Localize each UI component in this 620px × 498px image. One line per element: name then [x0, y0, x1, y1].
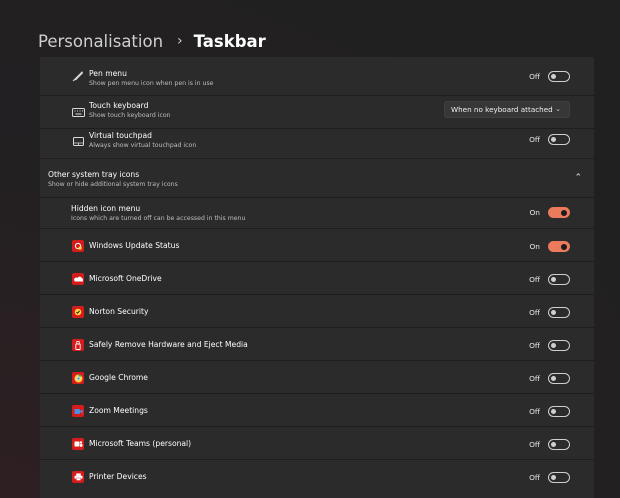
norton-icon [71, 305, 85, 319]
chevron-down-icon: ⌄ [555, 105, 561, 113]
tray-section-title: Other system tray icons [48, 170, 140, 179]
tray-item-windows-update[interactable]: Windows Update Status On [40, 229, 594, 261]
pen-menu-toggle[interactable] [548, 71, 570, 82]
tray-item-label: Printer Devices [89, 472, 147, 481]
hidden-icon-menu-toggle[interactable] [548, 207, 570, 218]
hidden-icon-menu-description: Icons which are turned off can be access… [71, 215, 246, 222]
tray-section-description: Show or hide additional system tray icon… [48, 181, 178, 188]
tray-item-teams[interactable]: Microsoft Teams (personal) Off [40, 427, 594, 459]
touch-keyboard-description: Show touch keyboard icon [89, 112, 171, 119]
chevron-up-icon[interactable]: ⌃ [574, 173, 582, 183]
breadcrumb: Personalisation › Taskbar [38, 30, 266, 52]
teams-icon [71, 437, 85, 451]
tray-item-toggle[interactable] [548, 307, 570, 318]
pen-icon [71, 69, 85, 83]
tray-item-label: Norton Security [89, 307, 149, 316]
tray-item-state: On [529, 242, 540, 251]
tray-item-toggle[interactable] [548, 373, 570, 384]
zoom-icon [71, 404, 85, 418]
page-title: Taskbar [193, 31, 266, 51]
tray-item-toggle[interactable] [548, 274, 570, 285]
tray-item-label: Microsoft OneDrive [89, 274, 162, 283]
pen-menu-description: Show pen menu icon when pen is in use [89, 80, 214, 87]
touch-keyboard-dropdown-value: When no keyboard attached [451, 105, 553, 114]
breadcrumb-parent[interactable]: Personalisation [38, 32, 163, 51]
tray-item-printer[interactable]: Printer Devices Off [40, 460, 594, 498]
virtual-touchpad-description: Always show virtual touchpad icon [89, 142, 197, 149]
tray-item-label: Google Chrome [89, 373, 148, 382]
pen-menu-row[interactable]: Pen menu Show pen menu icon when pen is … [40, 57, 594, 95]
tray-item-toggle[interactable] [548, 472, 570, 483]
virtual-touchpad-label: Virtual touchpad [89, 131, 152, 140]
tray-item-zoom[interactable]: Zoom Meetings Off [40, 394, 594, 426]
tray-item-toggle[interactable] [548, 241, 570, 252]
hidden-icon-menu-label: Hidden icon menu [71, 204, 141, 213]
tray-item-label: Windows Update Status [89, 241, 180, 250]
keyboard-icon [71, 105, 85, 119]
tray-item-label: Microsoft Teams (personal) [89, 439, 192, 448]
pen-menu-label: Pen menu [89, 69, 127, 78]
printer-icon [71, 470, 85, 484]
touchpad-icon [71, 134, 85, 148]
pen-menu-state: Off [529, 72, 540, 81]
chrome-icon [71, 371, 85, 385]
tray-item-state: Off [529, 374, 540, 383]
usb-eject-icon [71, 338, 85, 352]
tray-item-chrome[interactable]: Google Chrome Off [40, 361, 594, 393]
touch-keyboard-row[interactable]: Touch keyboard Show touch keyboard icon … [40, 96, 594, 128]
breadcrumb-separator-icon: › [177, 33, 183, 49]
tray-item-norton[interactable]: Norton Security Off [40, 295, 594, 327]
virtual-touchpad-row[interactable]: Virtual touchpad Always show virtual tou… [40, 129, 594, 158]
tray-item-state: Off [529, 440, 540, 449]
tray-item-state: Off [529, 341, 540, 350]
tray-item-state: Off [529, 407, 540, 416]
tray-item-onedrive[interactable]: Microsoft OneDrive Off [40, 262, 594, 294]
tray-item-toggle[interactable] [548, 439, 570, 450]
virtual-touchpad-toggle[interactable] [548, 134, 570, 145]
tray-icons-section-header[interactable]: Other system tray icons Show or hide add… [40, 159, 594, 197]
touch-keyboard-dropdown[interactable]: When no keyboard attached ⌄ [444, 101, 570, 118]
touch-keyboard-label: Touch keyboard [89, 101, 149, 110]
windows-update-icon [71, 239, 85, 253]
virtual-touchpad-state: Off [529, 135, 540, 144]
tray-item-label: Zoom Meetings [89, 406, 148, 415]
tray-item-state: Off [529, 308, 540, 317]
hidden-icon-menu-row[interactable]: Hidden icon menu Icons which are turned … [40, 198, 594, 228]
tray-item-state: Off [529, 473, 540, 482]
tray-item-toggle[interactable] [548, 340, 570, 351]
hidden-icon-menu-state: On [529, 208, 540, 217]
tray-item-state: Off [529, 275, 540, 284]
tray-item-label: Safely Remove Hardware and Eject Media [89, 340, 248, 349]
tray-item-toggle[interactable] [548, 406, 570, 417]
onedrive-icon [71, 272, 85, 286]
tray-item-safely-remove[interactable]: Safely Remove Hardware and Eject Media O… [40, 328, 594, 360]
